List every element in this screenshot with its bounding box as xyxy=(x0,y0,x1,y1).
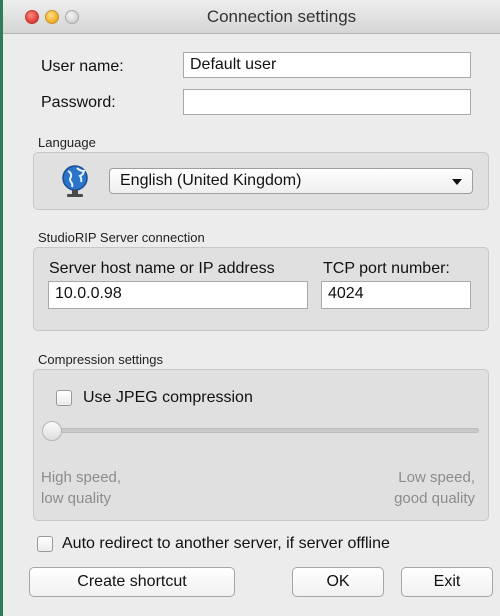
exit-button[interactable]: Exit xyxy=(401,567,493,597)
language-select[interactable]: English (United Kingdom) xyxy=(109,168,473,194)
jpeg-compression-checkbox[interactable] xyxy=(56,390,72,406)
maximize-window-icon[interactable] xyxy=(65,10,79,24)
auto-redirect-checkbox[interactable] xyxy=(37,536,53,552)
auto-redirect-label: Auto redirect to another server, if serv… xyxy=(62,535,390,552)
window-title: Connection settings xyxy=(206,7,357,26)
create-shortcut-button[interactable]: Create shortcut xyxy=(29,567,235,597)
minimize-window-icon[interactable] xyxy=(45,10,59,24)
user-name-label: User name: xyxy=(41,58,124,75)
server-section-label: StudioRIP Server connection xyxy=(38,230,205,245)
quality-slider-track[interactable] xyxy=(45,428,479,433)
quality-slider-knob[interactable] xyxy=(42,421,62,441)
language-section-label: Language xyxy=(38,135,96,150)
tcp-port-label: TCP port number: xyxy=(323,260,450,277)
connection-settings-window: Connection settings User name: Default u… xyxy=(0,0,500,616)
high-speed-caption: High speed, low quality xyxy=(41,469,122,507)
password-input[interactable] xyxy=(183,89,471,115)
close-window-icon[interactable] xyxy=(25,10,39,24)
ok-button[interactable]: OK xyxy=(292,567,384,597)
user-name-input[interactable]: Default user xyxy=(183,52,471,78)
server-host-input[interactable]: 10.0.0.98 xyxy=(48,281,308,309)
server-host-label: Server host name or IP address xyxy=(49,260,275,277)
low-speed-caption: Low speed, good quality xyxy=(394,469,475,507)
password-label: Password: xyxy=(41,94,116,111)
compression-section-label: Compression settings xyxy=(38,352,163,367)
jpeg-compression-label: Use JPEG compression xyxy=(83,389,253,406)
dropdown-arrow-icon xyxy=(452,179,462,185)
language-selected-value: English (United Kingdom) xyxy=(120,172,302,189)
tcp-port-input[interactable]: 4024 xyxy=(321,281,471,309)
globe-icon xyxy=(62,165,88,197)
title-bar[interactable]: Connection settings xyxy=(3,0,500,34)
